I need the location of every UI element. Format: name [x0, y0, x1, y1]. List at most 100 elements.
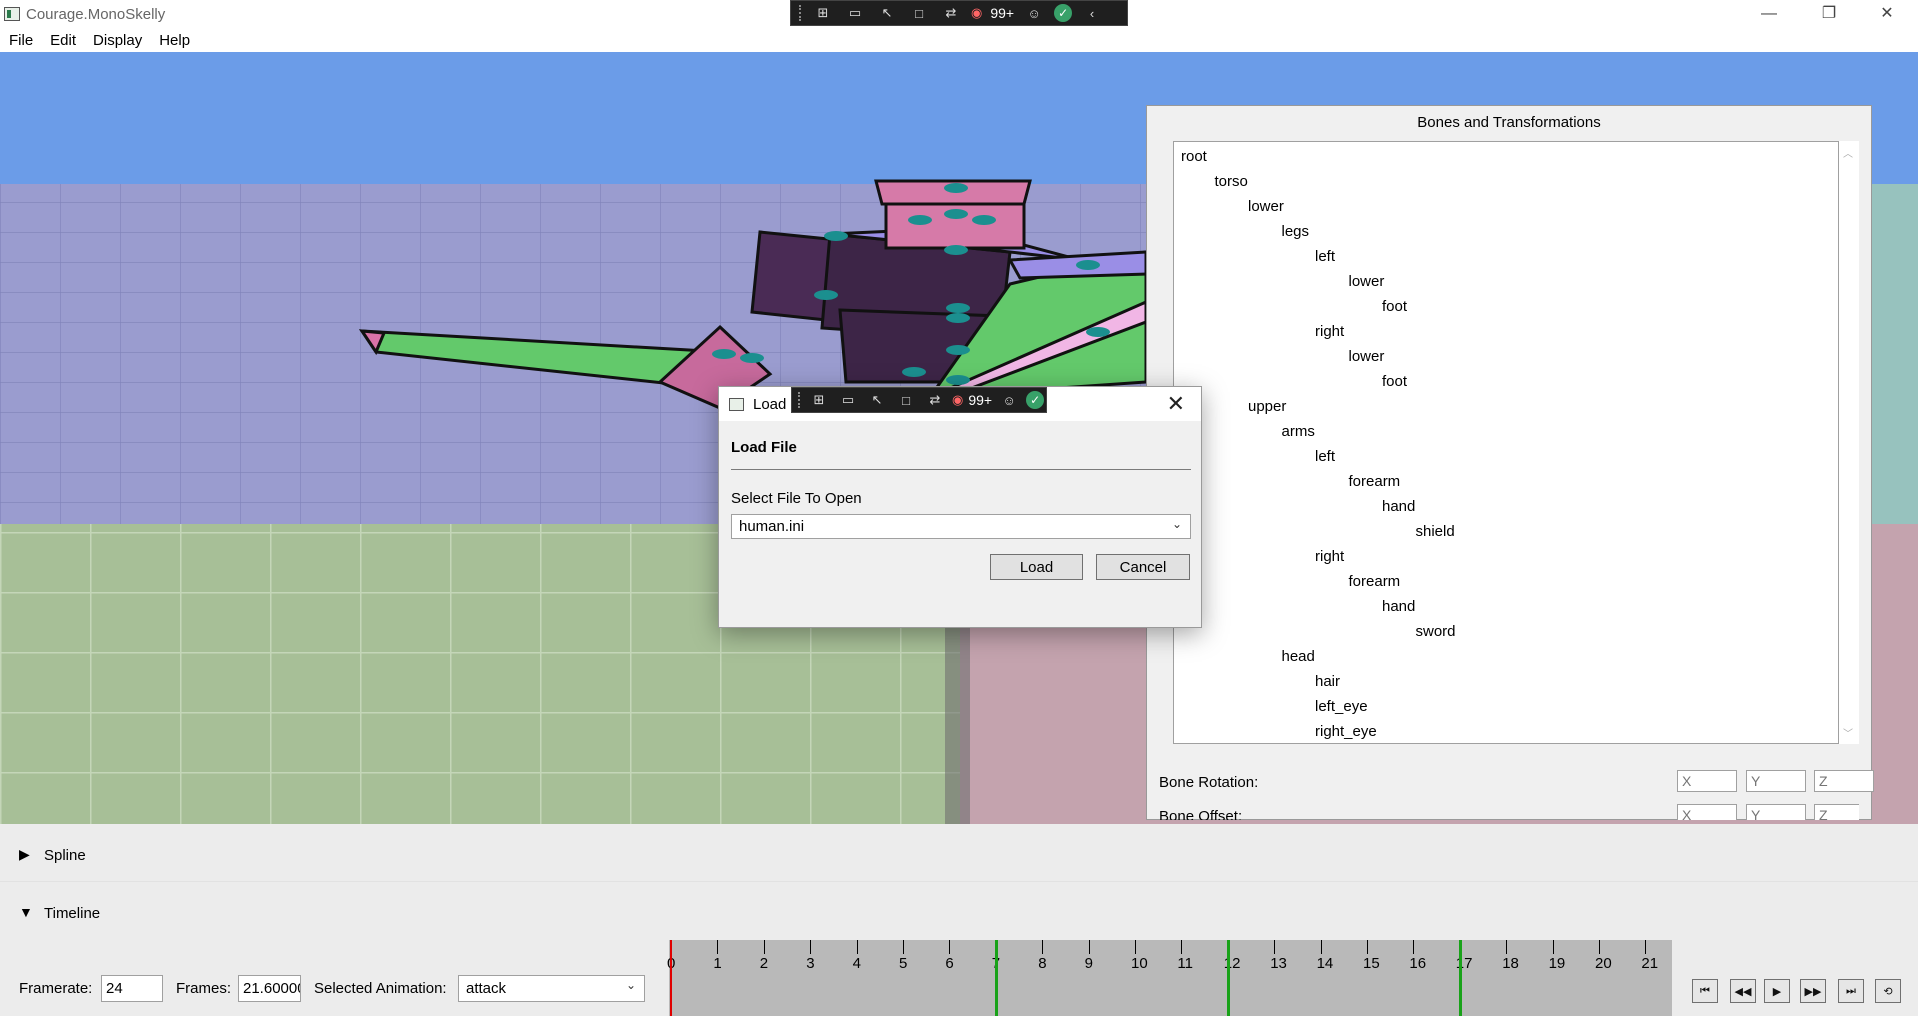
- check-icon[interactable]: ✓: [1026, 391, 1045, 409]
- timeline-tick-label: 8: [1038, 955, 1047, 972]
- pointer-icon[interactable]: ↖: [875, 3, 899, 23]
- collapse-arrow-icon[interactable]: ▼: [19, 904, 33, 920]
- bone-node[interactable]: torso: [1215, 173, 1248, 190]
- bone-node[interactable]: foot: [1382, 373, 1407, 390]
- bone-node[interactable]: right_eye: [1315, 723, 1377, 740]
- load-dialog: Load ✕ ⊞ ▭ ↖ □ ⇄ ◉ 99+ ☺ ✓ Load File Sel…: [718, 386, 1202, 628]
- dialog-app-icon: [729, 398, 744, 411]
- keyframe-marker[interactable]: [994, 940, 998, 1016]
- next-frame-button[interactable]: ▶▶: [1800, 979, 1826, 1003]
- frames-input[interactable]: [238, 975, 301, 1002]
- first-frame-button[interactable]: ⏮: [1692, 979, 1718, 1003]
- bone-node[interactable]: arms: [1282, 423, 1315, 440]
- timeline-tick: [810, 940, 812, 954]
- bone-node[interactable]: right: [1315, 323, 1344, 340]
- bone-node[interactable]: forearm: [1349, 573, 1401, 590]
- timeline-tick-label: 15: [1363, 955, 1380, 972]
- bone-node[interactable]: foot: [1382, 298, 1407, 315]
- framerate-input[interactable]: [101, 975, 163, 1002]
- offset-y-input[interactable]: [1746, 804, 1806, 820]
- minimize-button[interactable]: —: [1746, 0, 1792, 30]
- timeline-tick-label: 14: [1316, 955, 1334, 972]
- badge-count: 99+: [990, 5, 1015, 21]
- timeline-tick-label: 16: [1409, 955, 1427, 972]
- bone-node[interactable]: hand: [1382, 598, 1415, 615]
- bones-scrollbar[interactable]: ︿ ﹀: [1839, 141, 1859, 744]
- animation-select[interactable]: attack ⌄: [458, 975, 645, 1002]
- rotation-y-input[interactable]: [1746, 770, 1806, 792]
- timeline-label[interactable]: Timeline: [44, 905, 100, 922]
- menu-file[interactable]: File: [0, 30, 41, 52]
- bone-node[interactable]: root: [1181, 148, 1207, 165]
- menu-edit[interactable]: Edit: [41, 30, 84, 52]
- rotation-z-input[interactable]: [1814, 770, 1874, 792]
- bone-node[interactable]: hair: [1315, 673, 1340, 690]
- bone-node[interactable]: upper: [1248, 398, 1286, 415]
- timeline-section[interactable]: ▼ Timeline: [0, 882, 1918, 942]
- file-select[interactable]: human.ini ⌄: [731, 514, 1191, 539]
- pointer-icon[interactable]: ↖: [865, 390, 889, 410]
- timeline-track[interactable]: 0123456789101112131415161718192021: [667, 940, 1672, 1016]
- camera-icon[interactable]: ▭: [836, 390, 860, 410]
- accessibility-icon[interactable]: ☺: [1022, 3, 1046, 23]
- chevron-down-icon: ⌄: [1171, 517, 1182, 531]
- restore-button[interactable]: ❐: [1806, 0, 1852, 30]
- menu-display[interactable]: Display: [84, 30, 150, 52]
- rotation-x-input[interactable]: [1677, 770, 1737, 792]
- collapse-icon[interactable]: ‹: [1080, 3, 1104, 23]
- bone-node[interactable]: forearm: [1349, 473, 1401, 490]
- last-frame-button[interactable]: ⏭: [1838, 979, 1864, 1003]
- cancel-button[interactable]: Cancel: [1096, 554, 1190, 580]
- keyframe-marker[interactable]: [1226, 940, 1230, 1016]
- timeline-tick-label: 3: [806, 955, 815, 972]
- record-icon[interactable]: ◉: [971, 3, 982, 23]
- bone-node[interactable]: lower: [1248, 198, 1284, 215]
- dialog-heading: Load File: [731, 439, 797, 456]
- expand-arrow-icon[interactable]: ▶: [19, 846, 30, 863]
- bone-node[interactable]: left: [1315, 248, 1335, 265]
- play-button[interactable]: ▶: [1764, 979, 1790, 1003]
- bone-node[interactable]: legs: [1282, 223, 1310, 240]
- accessibility-icon[interactable]: ☺: [997, 390, 1021, 410]
- spline-section[interactable]: ▶ Spline: [0, 824, 1918, 882]
- animation-select-value: attack: [466, 980, 507, 997]
- camera-icon[interactable]: ▭: [843, 3, 867, 23]
- hot-reload-icon[interactable]: ⇄: [939, 3, 963, 23]
- bone-node[interactable]: lower: [1349, 348, 1385, 365]
- loop-button[interactable]: ⟲: [1875, 979, 1901, 1003]
- prev-frame-button[interactable]: ◀◀: [1730, 979, 1756, 1003]
- grip-icon[interactable]: [798, 392, 802, 408]
- timeline-tick-label: 11: [1177, 955, 1193, 972]
- bone-node[interactable]: left: [1315, 448, 1335, 465]
- load-button[interactable]: Load: [990, 554, 1083, 580]
- offset-x-input[interactable]: [1677, 804, 1737, 820]
- bone-node[interactable]: head: [1282, 648, 1315, 665]
- timeline-tick-label: 6: [945, 955, 954, 972]
- frame-icon[interactable]: □: [907, 3, 931, 23]
- playhead[interactable]: [670, 940, 672, 1016]
- close-button[interactable]: ✕: [1864, 0, 1910, 30]
- offset-z-input[interactable]: [1814, 804, 1859, 820]
- hot-reload-icon[interactable]: ⇄: [923, 390, 947, 410]
- spline-label[interactable]: Spline: [44, 847, 86, 864]
- grip-icon[interactable]: [799, 5, 803, 21]
- check-icon[interactable]: ✓: [1054, 4, 1073, 22]
- bone-node[interactable]: lower: [1349, 273, 1385, 290]
- bone-node[interactable]: left_eye: [1315, 698, 1368, 715]
- scroll-up-icon[interactable]: ︿: [1843, 145, 1853, 160]
- dialog-close-icon[interactable]: ✕: [1167, 391, 1185, 417]
- menu-help[interactable]: Help: [150, 30, 198, 52]
- scroll-down-icon[interactable]: ﹀: [1843, 725, 1853, 740]
- frame-icon[interactable]: □: [894, 390, 918, 410]
- select-element-icon[interactable]: ⊞: [811, 3, 835, 23]
- bone-node[interactable]: hand: [1382, 498, 1415, 515]
- bone-node[interactable]: right: [1315, 548, 1344, 565]
- keyframe-marker[interactable]: [1458, 940, 1462, 1016]
- timeline-tick: [1413, 940, 1415, 954]
- record-icon[interactable]: ◉: [952, 390, 963, 410]
- select-element-icon[interactable]: ⊞: [807, 390, 831, 410]
- bone-offset-label: Bone Offset:: [1159, 808, 1243, 820]
- bones-tree[interactable]: root torso lower legs left lower foot right lowe…: [1173, 141, 1839, 744]
- bone-node[interactable]: shield: [1416, 523, 1455, 540]
- bone-node[interactable]: sword: [1416, 623, 1456, 640]
